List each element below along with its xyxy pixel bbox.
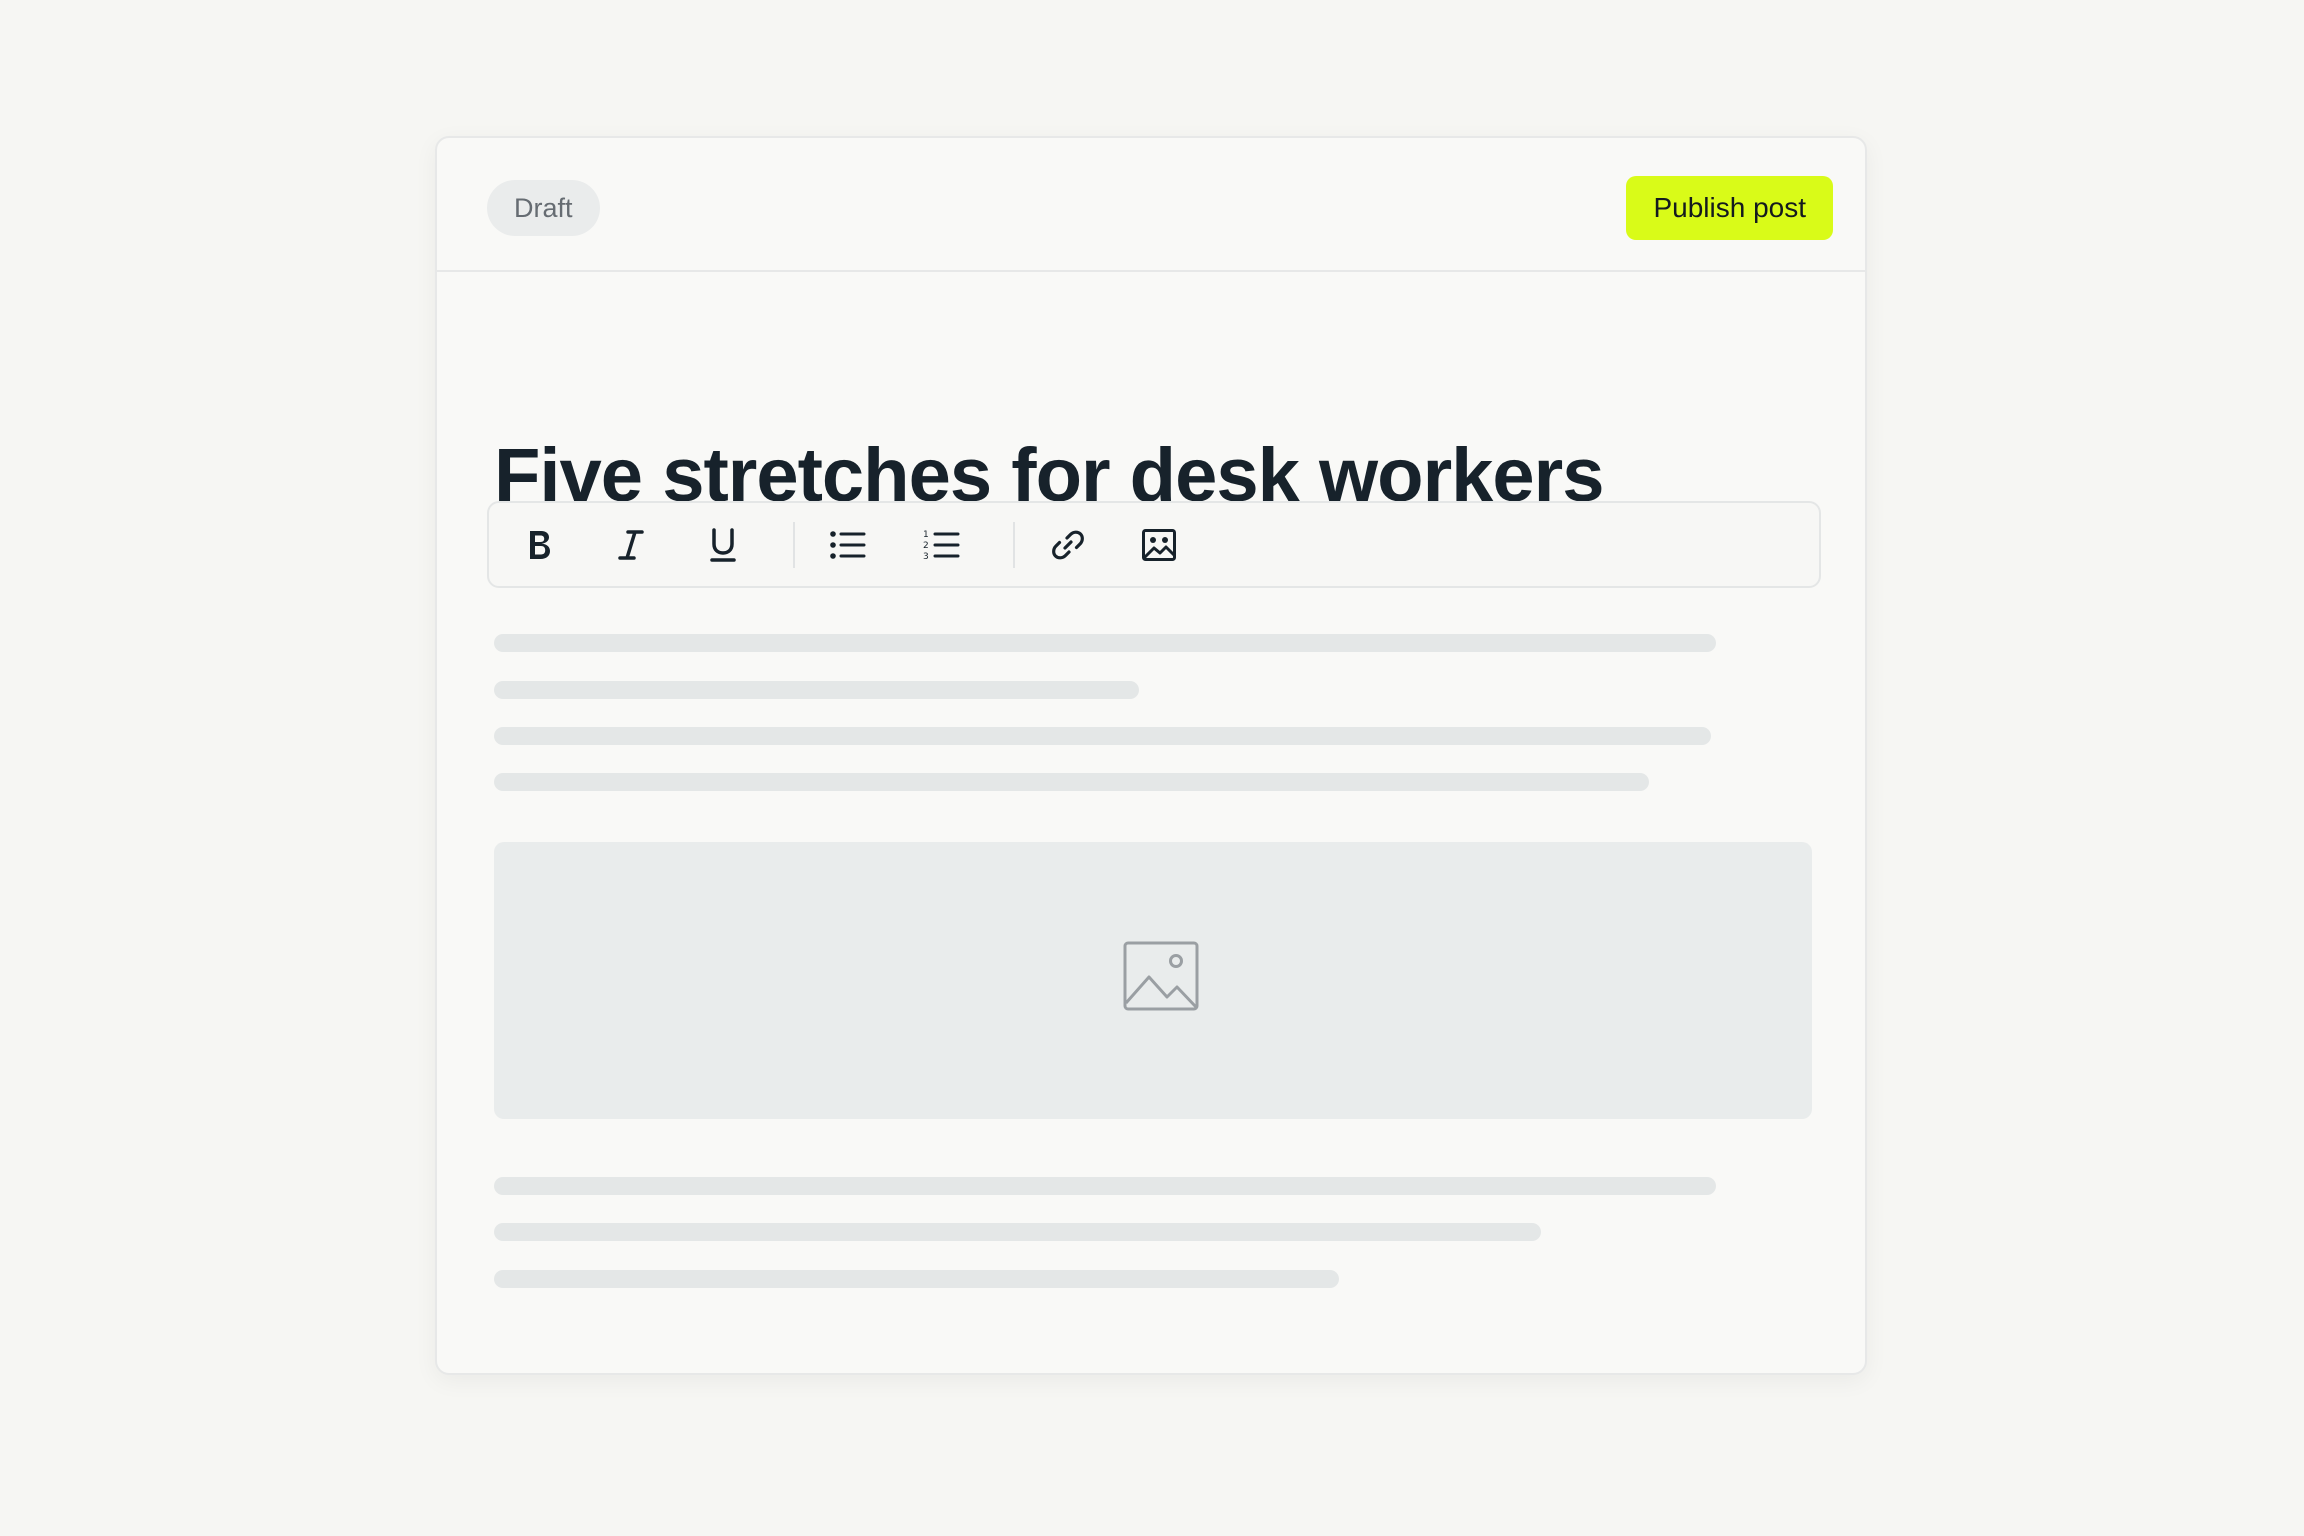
text-line-placeholder (494, 1270, 1339, 1288)
toolbar-divider (1013, 522, 1015, 568)
image-icon (1123, 941, 1199, 1011)
italic-button[interactable] (607, 521, 655, 569)
toolbar-divider (793, 522, 795, 568)
post-editor-card: Draft Publish post Five stretches for de… (435, 136, 1867, 1375)
numbered-list-icon: 1 2 3 (923, 530, 960, 562)
numbered-list-button[interactable]: 1 2 3 (918, 521, 966, 569)
svg-text:3: 3 (923, 552, 929, 562)
bulleted-list-icon (830, 531, 866, 559)
text-line-placeholder (494, 681, 1139, 699)
publish-post-button[interactable]: Publish post (1626, 176, 1833, 240)
status-badge: Draft (487, 180, 600, 236)
svg-text:2: 2 (923, 541, 929, 551)
editor-header: Draft Publish post (437, 138, 1865, 272)
text-line-placeholder (494, 634, 1716, 652)
italic-icon (618, 530, 644, 560)
link-icon (1052, 530, 1084, 560)
link-button[interactable] (1044, 521, 1092, 569)
text-line-placeholder (494, 727, 1711, 745)
text-line-placeholder (494, 1223, 1541, 1241)
insert-image-button[interactable] (1135, 521, 1183, 569)
bold-button[interactable] (515, 521, 563, 569)
image-placeholder[interactable] (494, 842, 1812, 1119)
bulleted-list-button[interactable] (824, 521, 872, 569)
image-icon (1142, 529, 1176, 561)
formatting-toolbar: 1 2 3 (487, 501, 1821, 588)
text-line-placeholder (494, 773, 1649, 791)
text-line-placeholder (494, 1177, 1716, 1195)
underline-button[interactable] (699, 521, 747, 569)
underline-icon (710, 528, 736, 562)
svg-text:1: 1 (923, 530, 929, 540)
bold-icon (530, 531, 550, 559)
